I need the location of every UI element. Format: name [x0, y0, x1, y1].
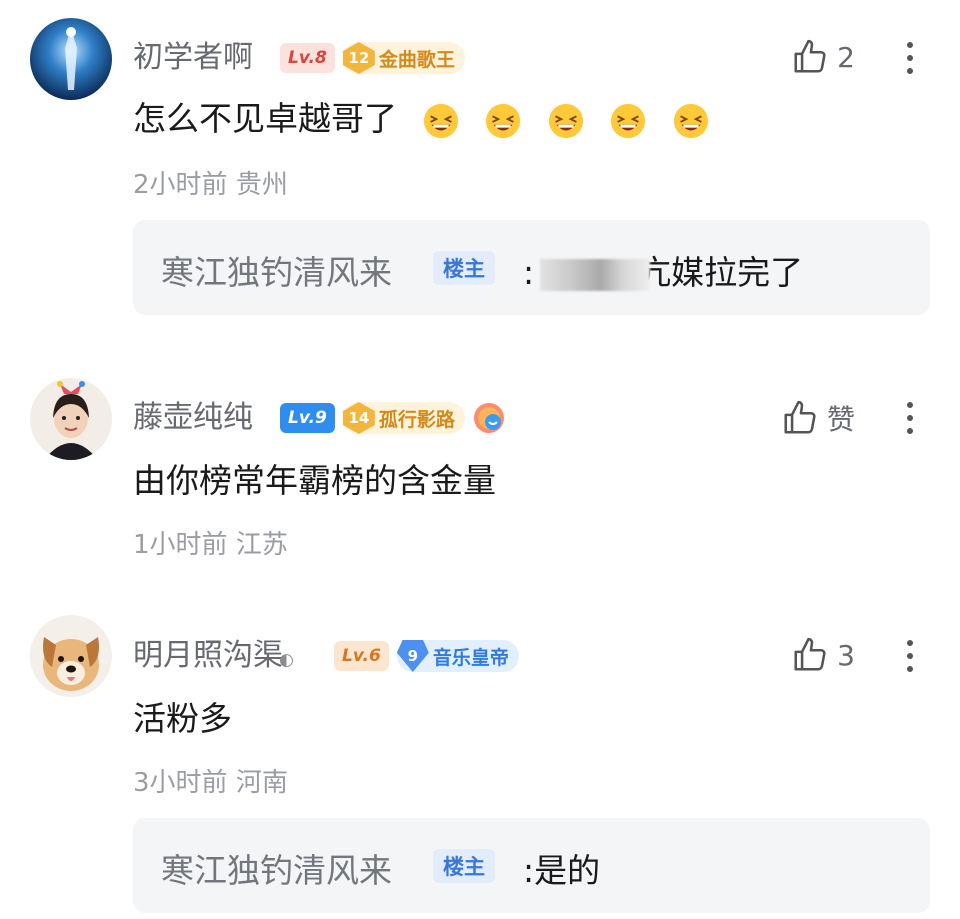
- more-options-icon[interactable]: [900, 640, 920, 672]
- level-badge: Lv.8: [280, 43, 335, 73]
- medal-level: 14: [342, 402, 375, 434]
- like-button[interactable]: 3: [791, 636, 855, 674]
- user-badges: Lv.8 12 金曲歌王: [280, 42, 465, 74]
- grin-emoji-icon: [548, 103, 583, 138]
- medal-level: 12: [342, 42, 375, 74]
- medal-level: 9: [396, 640, 429, 672]
- comment-time: 2小时前: [133, 170, 228, 200]
- comment-text: 由你榜常年霸榜的含金量: [133, 461, 496, 500]
- fan-medal[interactable]: 14 孤行影路: [342, 402, 465, 434]
- reply-colon: :: [523, 851, 535, 890]
- reply-text: :是的: [523, 844, 600, 892]
- like-button[interactable]: 2: [791, 38, 855, 76]
- thumbs-up-icon: [794, 637, 826, 671]
- like-count: 3: [837, 638, 855, 672]
- more-options-icon[interactable]: [900, 42, 920, 74]
- medal-name: 孤行影路: [378, 408, 455, 431]
- fan-medal[interactable]: 12 金曲歌王: [342, 42, 465, 74]
- reply-author[interactable]: 寒江独钓清风来: [161, 246, 392, 294]
- username-text: 明月照沟渠: [133, 638, 283, 673]
- reply-author[interactable]: 寒江独钓清风来: [161, 844, 392, 892]
- comment-text: 怎么不见卓越哥了: [133, 96, 710, 142]
- avatar[interactable]: [30, 615, 112, 697]
- reply-text: : 亢媒拉完了: [523, 246, 803, 294]
- comment-text: 活粉多: [133, 699, 232, 738]
- level-badge: Lv.9: [280, 403, 335, 433]
- thumbs-up-icon: [794, 39, 826, 73]
- grin-emoji-icon: [485, 103, 521, 138]
- grin-emoji-icon: [610, 103, 646, 138]
- comment-time: 3小时前: [133, 768, 228, 798]
- like-button[interactable]: 赞: [781, 398, 855, 438]
- comment-meta: 3小时前 河南: [133, 762, 288, 799]
- reply-text-content: 是的: [534, 851, 601, 890]
- reply-text-content: 媒拉完了: [671, 253, 804, 292]
- blurred-text-region: [540, 258, 651, 291]
- medal-name: 金曲歌王: [378, 48, 455, 71]
- username[interactable]: 明月照沟渠◐: [133, 636, 294, 680]
- host-tag: 楼主: [433, 251, 495, 285]
- comment-location: 江苏: [235, 530, 288, 560]
- username[interactable]: 藤壶纯纯: [133, 398, 253, 438]
- like-count: 2: [837, 40, 855, 74]
- user-badges: Lv.9 14 孤行影路: [280, 402, 505, 434]
- comment-meta: 1小时前 江苏: [133, 524, 288, 561]
- comment-meta: 2小时前 贵州: [133, 164, 288, 201]
- comment-item: 藤壶纯纯 Lv.9 14 孤行影路 赞 由你榜常年霸榜的含金量 1小时前 江苏: [0, 360, 960, 580]
- host-tag: 楼主: [433, 849, 495, 883]
- comment-time: 1小时前: [133, 530, 228, 560]
- comment-item: 初学者啊 Lv.8 12 金曲歌王 2 怎么不见卓越哥了 2小时前 贵州 寒江独…: [0, 0, 960, 330]
- more-options-icon[interactable]: [900, 402, 920, 434]
- reply-colon: :: [523, 253, 535, 292]
- level-badge: Lv.6: [334, 641, 389, 671]
- grin-emoji-icon: [673, 103, 708, 138]
- like-label: 赞: [826, 403, 855, 436]
- medal-name: 音乐皇帝: [432, 646, 509, 669]
- avatar[interactable]: [30, 378, 112, 460]
- username[interactable]: 初学者啊: [133, 38, 253, 78]
- reply-preview[interactable]: 寒江独钓清风来 楼主 : 亢媒拉完了: [133, 220, 930, 315]
- grin-emoji-icon: [423, 103, 458, 138]
- comment-location: 贵州: [235, 170, 288, 200]
- comment-item: 明月照沟渠◐ Lv.6 9 音乐皇帝 3 活粉多 3小时前 河南 寒江独钓清风来…: [0, 600, 960, 919]
- fan-medal[interactable]: 9 音乐皇帝: [396, 640, 519, 672]
- comment-location: 河南: [235, 768, 288, 798]
- comment-text-content: 怎么不见卓越哥了: [133, 99, 397, 138]
- thumbs-up-icon: [784, 400, 816, 434]
- emblem-icon: [473, 403, 504, 433]
- reply-preview[interactable]: 寒江独钓清风来 楼主 :是的: [133, 818, 930, 913]
- user-badges: Lv.6 9 音乐皇帝: [334, 640, 519, 672]
- avatar[interactable]: [30, 18, 112, 100]
- moon-icon: ◐: [279, 650, 294, 670]
